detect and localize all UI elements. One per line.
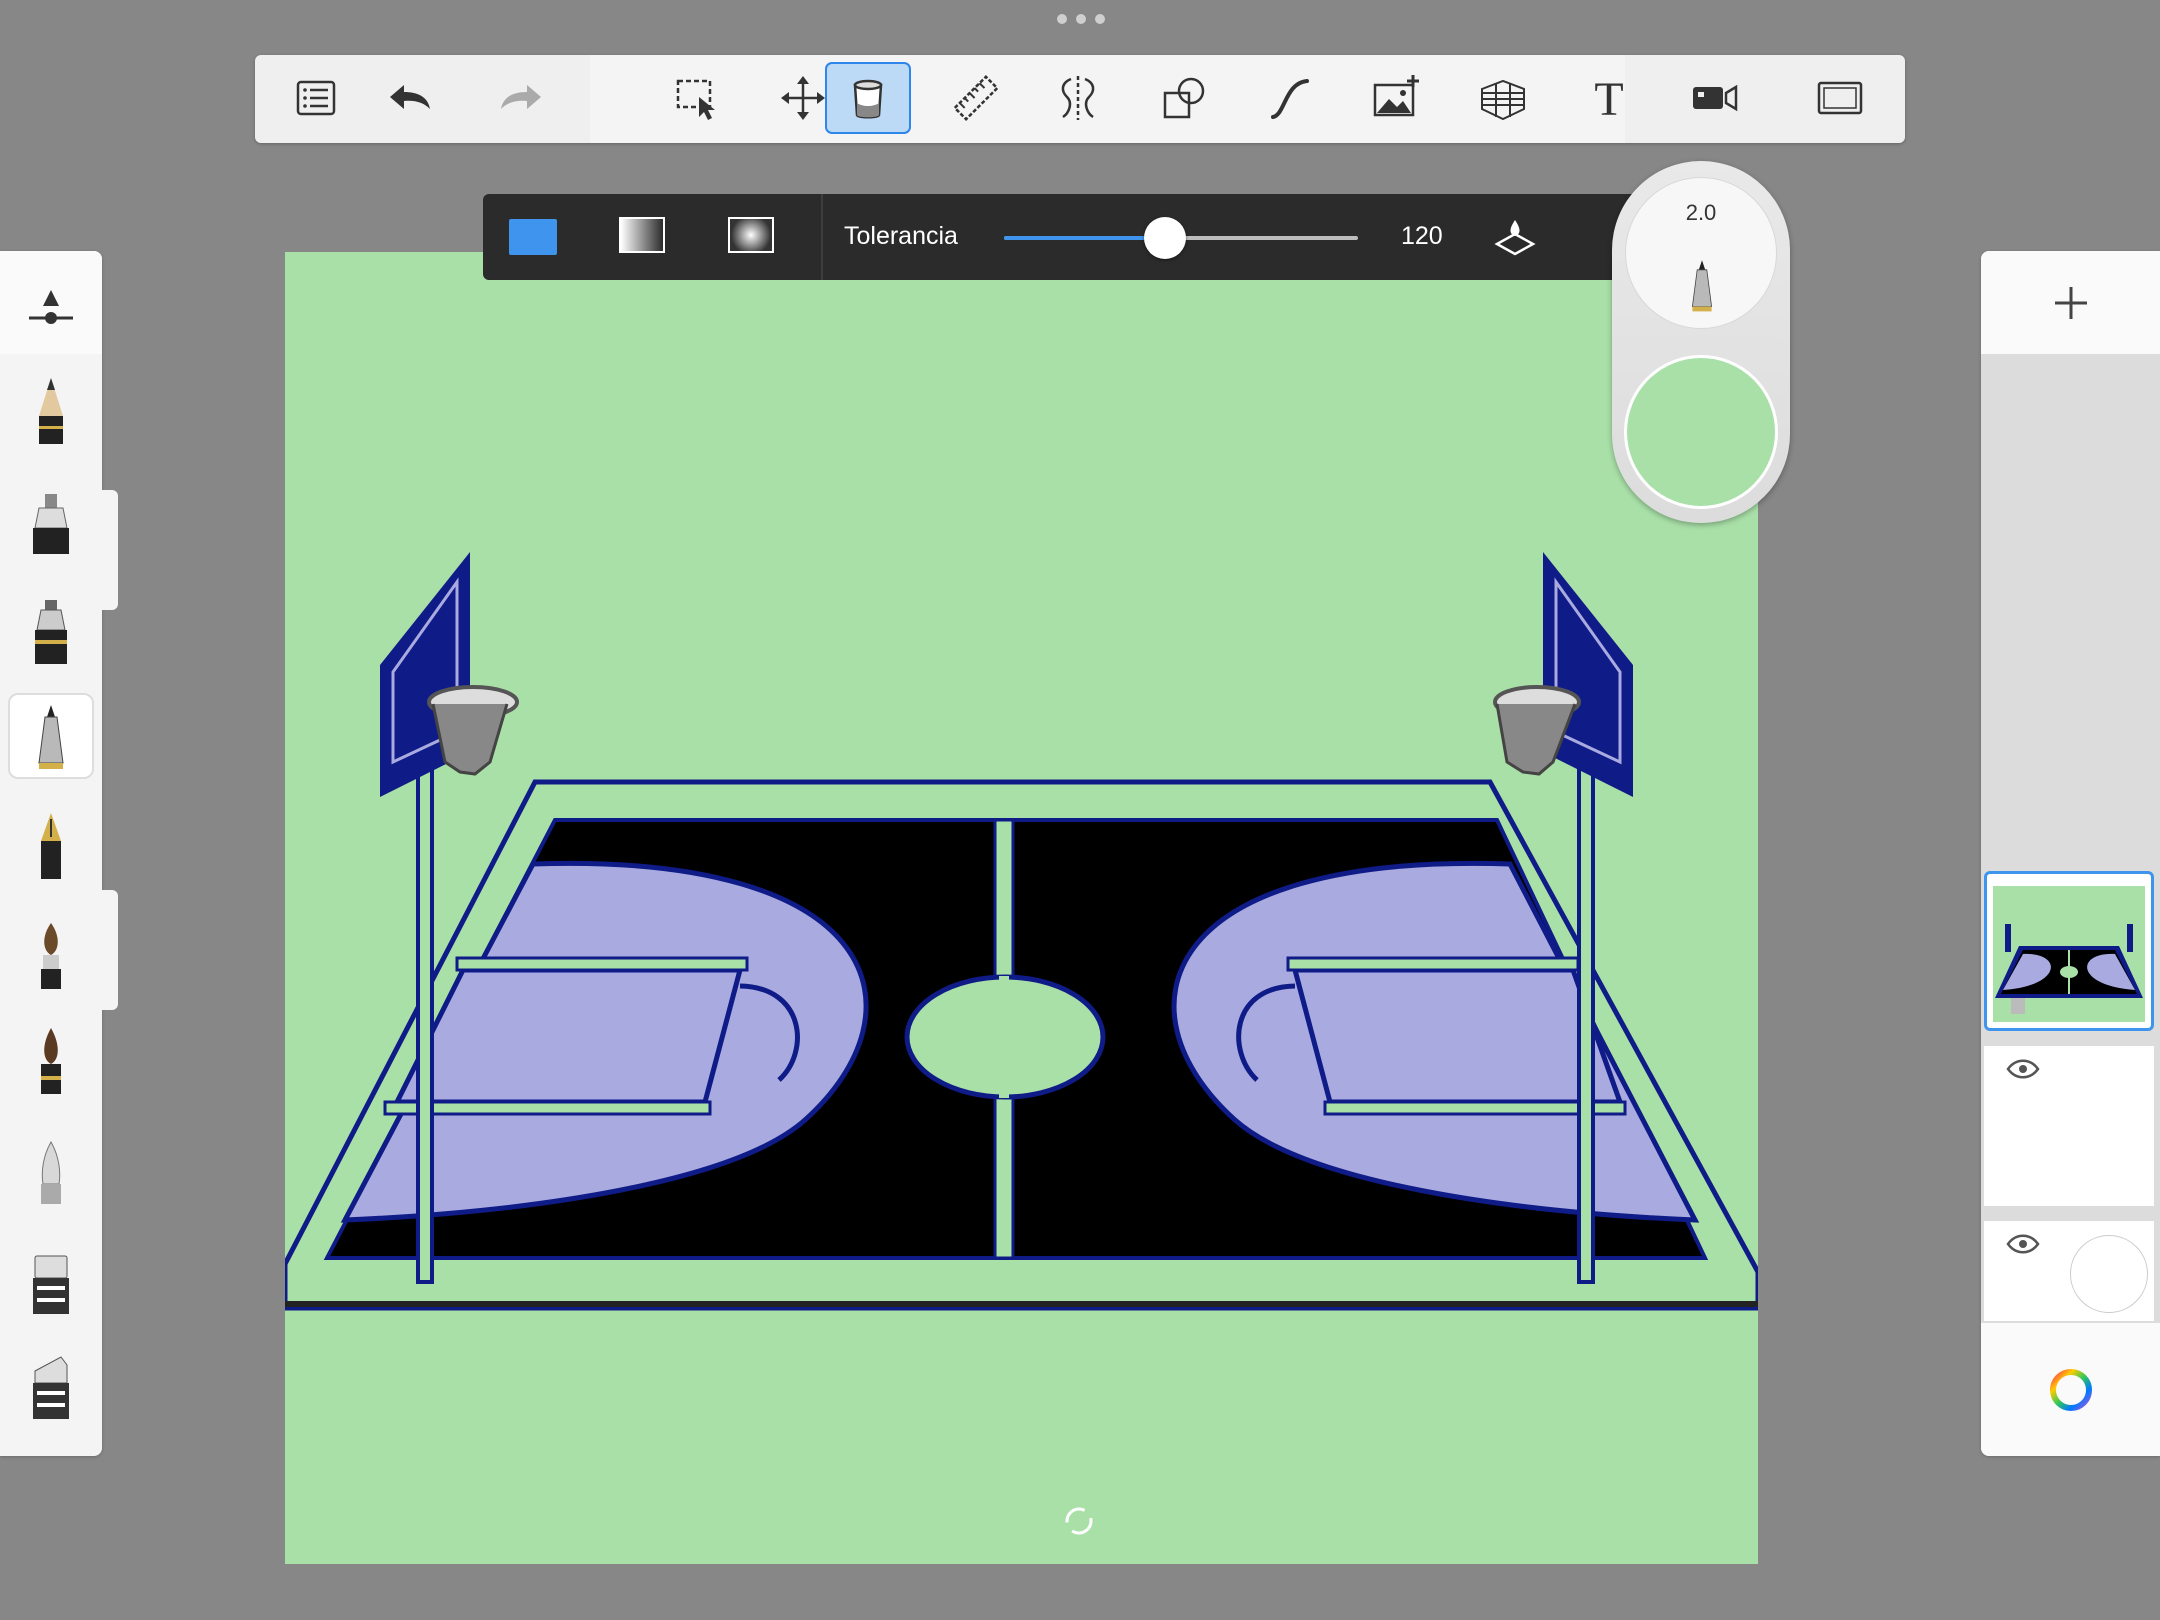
fullscreen-icon[interactable] — [1797, 62, 1883, 134]
brush-color-swatch[interactable] — [1624, 355, 1778, 509]
drawing-canvas[interactable] — [285, 252, 1758, 1564]
color-wheel-icon — [2049, 1368, 2092, 1411]
brush-puck[interactable]: 2.0 — [1612, 161, 1790, 523]
divider — [821, 194, 823, 280]
fountain-pen-icon[interactable] — [10, 805, 92, 887]
add-layer-button[interactable] — [1981, 251, 2160, 354]
ballpoint-icon — [1691, 260, 1713, 312]
list-icon[interactable] — [273, 62, 359, 134]
paintbrush-icon[interactable] — [10, 915, 92, 997]
color-wheel-button[interactable] — [1981, 1323, 2160, 1456]
solid-fill-button[interactable] — [509, 219, 557, 255]
radial-gradient-button[interactable] — [728, 217, 774, 253]
layer-thumbnail-court[interactable] — [1984, 871, 2154, 1031]
pencil-icon[interactable] — [10, 370, 92, 452]
top-toolbar: T — [255, 55, 1905, 143]
tolerance-value: 120 — [1401, 222, 1443, 250]
layer-preview — [1993, 886, 2145, 1022]
video-icon[interactable] — [1672, 62, 1758, 134]
tolerance-slider-knob[interactable] — [1144, 217, 1187, 259]
palette-scroll-tab[interactable] — [102, 490, 118, 610]
text-icon[interactable]: T — [1566, 62, 1652, 134]
svg-text:T: T — [1594, 73, 1623, 123]
airbrush-icon[interactable] — [10, 590, 92, 672]
sample-layers-icon[interactable] — [1493, 214, 1537, 258]
tolerance-label: Tolerancia — [844, 222, 958, 250]
symmetry-icon[interactable] — [1035, 62, 1121, 134]
marker-icon[interactable] — [10, 480, 92, 562]
perspective-icon[interactable] — [1460, 62, 1546, 134]
hard-eraser-icon[interactable] — [10, 1345, 92, 1427]
image-icon[interactable] — [1353, 62, 1439, 134]
court-artwork — [285, 552, 1758, 1311]
brush-settings-icon[interactable] — [10, 262, 92, 344]
eraser-icon[interactable] — [10, 1240, 92, 1322]
eye-icon[interactable] — [2006, 1058, 2040, 1080]
curve-icon[interactable] — [1247, 62, 1333, 134]
linear-gradient-button[interactable] — [619, 217, 665, 253]
undo-icon[interactable] — [368, 62, 454, 134]
layer-thumbnail-background[interactable] — [1984, 1221, 2154, 1321]
fill-bucket-icon[interactable] — [825, 62, 911, 134]
ruler-icon[interactable] — [933, 62, 1019, 134]
palette-scroll-tab[interactable] — [102, 890, 118, 1010]
shapes-icon[interactable] — [1141, 62, 1227, 134]
window-grabber[interactable] — [1057, 14, 1105, 26]
background-color-swatch[interactable] — [2070, 1235, 2148, 1313]
smudge-icon[interactable] — [10, 1130, 92, 1212]
ballpoint-icon[interactable] — [10, 695, 92, 777]
brush-size-value: 2.0 — [1685, 200, 1717, 225]
layers-panel — [1981, 251, 2160, 1456]
tolerance-slider-fill — [1004, 236, 1166, 240]
layer-thumbnail-empty[interactable] — [1984, 1046, 2154, 1206]
eye-icon[interactable] — [2006, 1233, 2040, 1255]
brush-size-control[interactable]: 2.0 — [1625, 177, 1777, 329]
ink-brush-icon[interactable] — [10, 1020, 92, 1102]
redo-icon[interactable] — [477, 62, 563, 134]
canvas-rotate-handle[interactable] — [1064, 1506, 1094, 1536]
fill-options-bar: Tolerancia 120 — [483, 194, 1648, 280]
plus-icon — [2054, 286, 2087, 319]
selection-icon[interactable] — [654, 62, 740, 134]
tolerance-slider[interactable] — [1004, 217, 1358, 259]
